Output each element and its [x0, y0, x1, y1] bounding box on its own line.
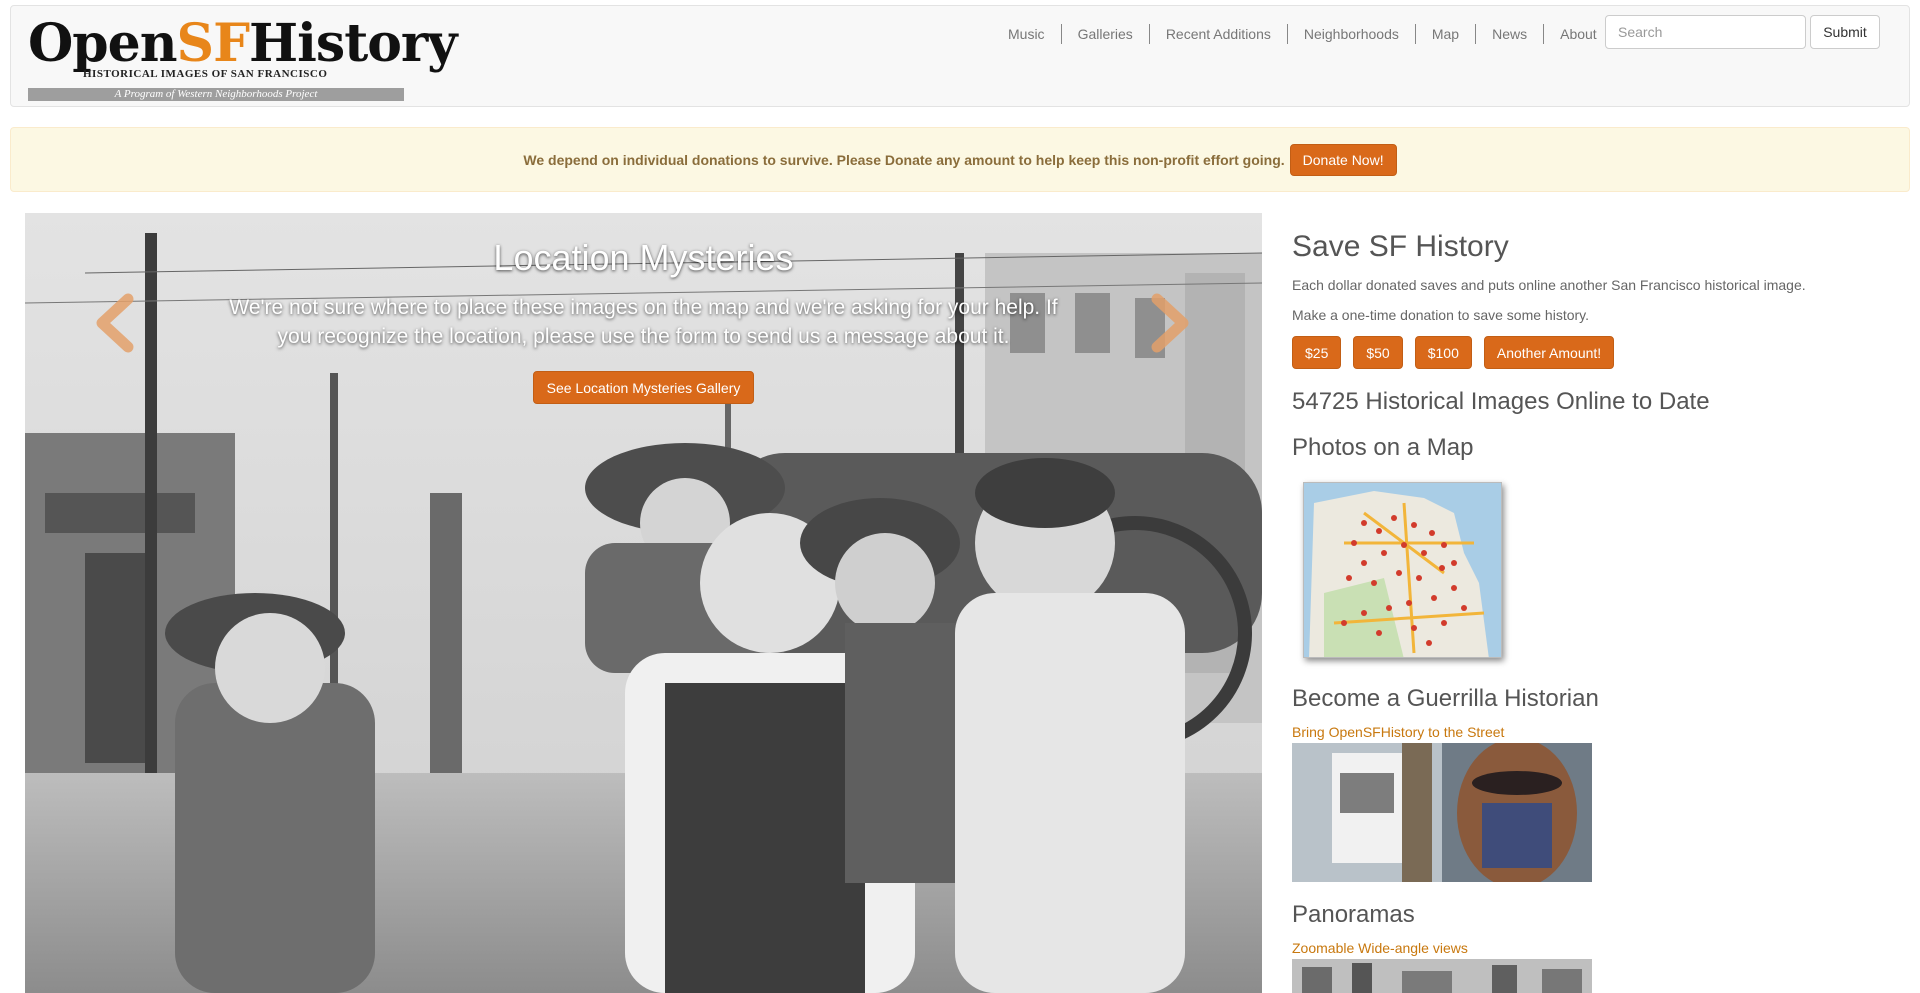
nav-music[interactable]: Music — [992, 24, 1061, 44]
panorama-image[interactable] — [1292, 959, 1592, 993]
donate-25-button[interactable]: $25 — [1292, 336, 1342, 369]
carousel-title: Location Mysteries — [493, 237, 794, 278]
chevron-right-icon — [1151, 293, 1189, 353]
guerrilla-photo — [1292, 743, 1592, 882]
search-input[interactable] — [1605, 15, 1806, 49]
hero-carousel: Location Mysteries We're not sure where … — [25, 213, 1262, 993]
map-image — [1304, 483, 1501, 657]
bring-to-street-link[interactable]: Bring OpenSFHistory to the Street — [1292, 724, 1504, 740]
donate-100-button[interactable]: $100 — [1414, 336, 1472, 369]
image-count-heading: 54725 Historical Images Online to Date — [1292, 388, 1710, 415]
guerrilla-historian-image[interactable] — [1292, 743, 1592, 882]
nav-galleries[interactable]: Galleries — [1060, 24, 1149, 44]
map-thumbnail[interactable] — [1303, 482, 1502, 658]
nav-recent-additions[interactable]: Recent Additions — [1148, 24, 1287, 44]
nav-about[interactable]: About — [1543, 24, 1613, 44]
carousel-description: We're not sure where to place these imag… — [229, 296, 1058, 348]
carousel-prev-button[interactable] — [90, 293, 140, 353]
save-sf-history-heading: Save SF History — [1292, 230, 1509, 263]
navbar: OpenSFHistory HISTORICAL IMAGES OF SAN F… — [10, 5, 1910, 107]
nav-news[interactable]: News — [1475, 24, 1543, 44]
save-text-1: Each dollar donated saves and puts onlin… — [1292, 277, 1806, 293]
logo-title: OpenSFHistory — [28, 13, 458, 74]
guerrilla-historian-heading: Become a Guerrilla Historian — [1292, 685, 1599, 712]
wide-angle-views-link[interactable]: Zoomable Wide-angle views — [1292, 940, 1468, 956]
save-text-2: Make a one-time donation to save some hi… — [1292, 307, 1590, 323]
donation-amounts: $25 $50 $100 Another Amount! — [1292, 336, 1615, 369]
donate-other-amount-button[interactable]: Another Amount! — [1483, 336, 1615, 369]
main-nav: Music Galleries Recent Additions Neighbo… — [992, 22, 1613, 46]
donation-banner: We depend on individual donations to sur… — [10, 127, 1910, 192]
panorama-photo — [1292, 959, 1592, 993]
site-logo[interactable]: OpenSFHistory HISTORICAL IMAGES OF SAN F… — [28, 16, 458, 102]
panoramas-heading: Panoramas — [1292, 901, 1415, 928]
chevron-left-icon — [96, 293, 134, 353]
search-submit-button[interactable]: Submit — [1810, 15, 1880, 49]
logo-subtitle: HISTORICAL IMAGES OF SAN FRANCISCO — [83, 68, 328, 80]
donate-50-button[interactable]: $50 — [1353, 336, 1403, 369]
nav-neighborhoods[interactable]: Neighborhoods — [1286, 24, 1415, 44]
nav-map[interactable]: Map — [1414, 24, 1475, 44]
location-mysteries-gallery-button[interactable]: See Location Mysteries Gallery — [533, 371, 754, 404]
logo-tagline: A Program of Western Neighborhoods Proje… — [28, 88, 404, 101]
donate-now-button[interactable]: Donate Now! — [1289, 143, 1397, 176]
photos-on-map-heading: Photos on a Map — [1292, 434, 1474, 461]
carousel-next-button[interactable] — [1145, 293, 1195, 353]
donation-banner-text: We depend on individual donations to sur… — [523, 151, 1285, 168]
